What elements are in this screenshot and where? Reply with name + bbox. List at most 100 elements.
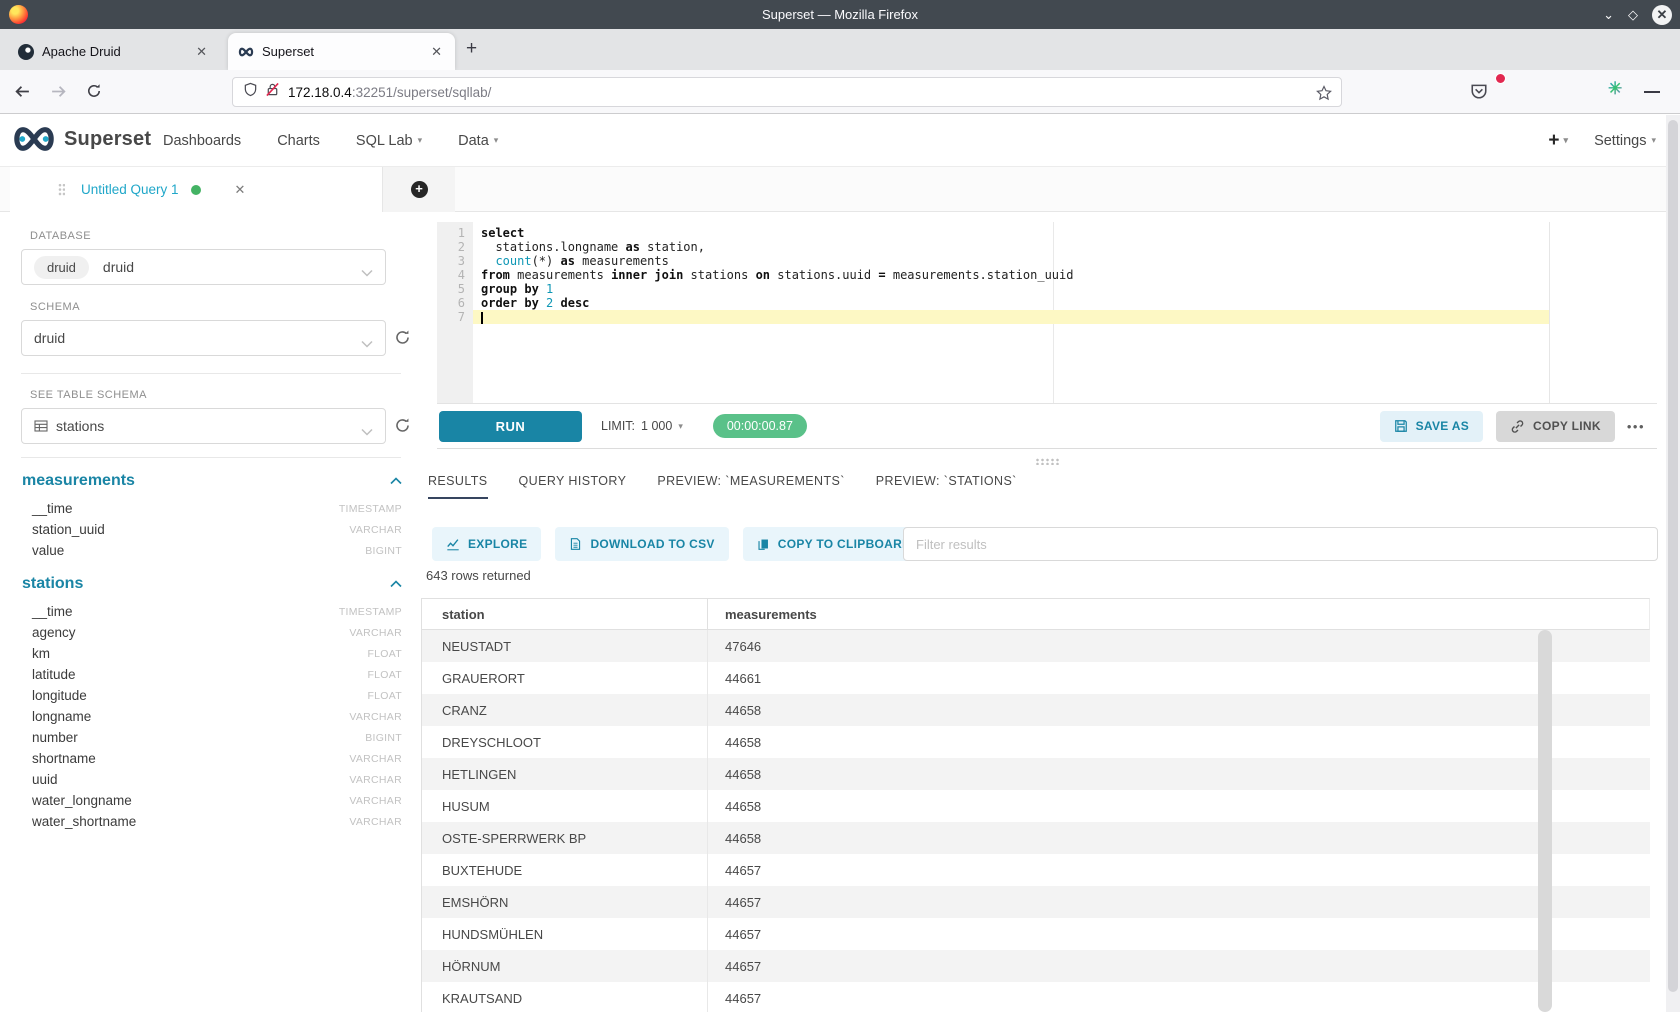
filter-results-input[interactable] (903, 527, 1658, 561)
results-tabs: RESULTS QUERY HISTORY PREVIEW: `MEASUREMEN… (428, 474, 1017, 499)
close-tab-icon[interactable]: ✕ (428, 44, 445, 60)
results-tab-preview-stations[interactable]: PREVIEW: `STATIONS` (876, 474, 1017, 499)
table-row[interactable]: EMSHÖRN44657 (422, 886, 1650, 918)
results-tab-preview-measurements[interactable]: PREVIEW: `MEASUREMENTS` (657, 474, 844, 499)
scrollbar-thumb[interactable] (1668, 120, 1678, 992)
results-table-header: station measurements (421, 598, 1650, 630)
back-icon[interactable] (14, 83, 31, 105)
line-number: 6 (437, 296, 465, 310)
grip-icon (1035, 458, 1059, 465)
shield-icon[interactable] (243, 82, 258, 102)
close-query-tab-icon[interactable]: ✕ (235, 182, 246, 198)
editor-gutter: 1234567 (437, 222, 473, 404)
results-table-body: NEUSTADT47646GRAUERORT44661CRANZ44658DRE… (421, 630, 1650, 1012)
sql-editor[interactable]: 1234567 select stations.longname as stat… (437, 222, 1550, 404)
drag-handle-icon[interactable] (58, 183, 65, 196)
close-tab-icon[interactable]: ✕ (193, 44, 210, 60)
sqllab-content: DATABASE druid druid SCHEMA druid SEE TA… (0, 212, 1680, 1012)
add-query-tab[interactable]: + (383, 167, 455, 212)
nav-item-charts[interactable]: Charts (277, 133, 320, 149)
table-scrollbar[interactable] (1538, 630, 1552, 1012)
browser-tab-apache-druid[interactable]: Apache Druid ✕ (8, 33, 220, 70)
page-scrollbar[interactable] (1666, 115, 1680, 1012)
cell-measurements: 44658 (708, 726, 1650, 758)
add-new-button[interactable]: +▾ (1548, 130, 1568, 152)
table-row[interactable]: OSTE-SPERRWERK BP44658 (422, 822, 1650, 854)
url-bar[interactable]: 172.18.0.4:32251/superset/sqllab/ (232, 77, 1342, 107)
limit-dropdown[interactable]: LIMIT: 1 000 ▾ (601, 419, 683, 433)
chart-icon (446, 538, 460, 551)
table-row[interactable]: HÖRNUM44657 (422, 950, 1650, 982)
query-tab-label: Untitled Query 1 (81, 182, 179, 197)
explore-button[interactable]: EXPLORE (432, 527, 541, 561)
header-right: +▾ Settings▾ (1548, 114, 1656, 167)
new-tab-icon[interactable]: + (466, 39, 477, 58)
minimize-icon[interactable]: ⌄ (1603, 8, 1614, 21)
superset-logo[interactable]: Superset (12, 126, 151, 152)
table-row[interactable]: KRAUTSAND44657 (422, 982, 1650, 1012)
button-label: EXPLORE (468, 537, 527, 551)
reload-icon[interactable] (86, 83, 102, 104)
settings-menu[interactable]: Settings▾ (1594, 133, 1656, 149)
run-button[interactable]: RUN (439, 411, 582, 442)
download-to-csv-button[interactable]: DOWNLOAD TO CSV (555, 527, 728, 561)
chevron-down-icon (361, 423, 373, 441)
limit-value: 1 000 (641, 419, 672, 433)
text-cursor (481, 312, 483, 324)
code-line: group by 1 (473, 282, 1550, 296)
browser-tab-superset[interactable]: Superset ✕ (228, 33, 455, 70)
query-tab-active[interactable]: Untitled Query 1 ✕ (10, 167, 383, 212)
browser-tab-label: Superset (262, 44, 428, 59)
maximize-icon[interactable]: ◇ (1628, 8, 1638, 21)
table-row[interactable]: HETLINGEN44658 (422, 758, 1650, 790)
extension-asterisk-icon[interactable]: ✳ (1608, 79, 1622, 99)
insecure-lock-icon[interactable] (265, 82, 280, 102)
pocket-icon[interactable] (1470, 82, 1488, 105)
results-tab-results[interactable]: RESULTS (428, 474, 488, 499)
nav-item-dashboards[interactable]: Dashboards (163, 133, 241, 149)
table-schema-value: stations (56, 418, 104, 434)
refresh-table-icon[interactable] (394, 417, 411, 439)
table-row[interactable]: BUXTEHUDE44657 (422, 854, 1650, 886)
superset-logo-icon (12, 126, 56, 152)
nav-item-data[interactable]: Data▾ (458, 133, 498, 149)
cell-station: BUXTEHUDE (422, 854, 708, 886)
column-header-station[interactable]: station (422, 599, 708, 629)
editor-card: 1234567 select stations.longname as stat… (437, 222, 1657, 449)
query-status-dot (191, 185, 201, 195)
superset-header: Superset Dashboards Charts SQL Lab▾ Data▾ +… (0, 114, 1680, 167)
results-tab-query-history[interactable]: QUERY HISTORY (519, 474, 627, 499)
screen: Superset — Mozilla Firefox ⌄ ◇ ✕ Apache … (0, 0, 1680, 1012)
bookmark-star-icon[interactable] (1316, 85, 1332, 106)
table-row[interactable]: GRAUERORT44661 (422, 662, 1650, 694)
line-number: 5 (437, 282, 465, 296)
window-controls: ⌄ ◇ ✕ (1603, 0, 1672, 29)
table-row[interactable]: HUNDSMÜHLEN44657 (422, 918, 1650, 950)
table-row[interactable]: CRANZ44658 (422, 694, 1650, 726)
button-label: DOWNLOAD TO CSV (590, 537, 714, 551)
chevron-down-icon: ▾ (1564, 135, 1569, 146)
cell-station: DREYSCHLOOT (422, 726, 708, 758)
table-row[interactable]: DREYSCHLOOT44658 (422, 726, 1650, 758)
chevron-down-icon (361, 335, 373, 353)
more-options-icon[interactable]: ••• (1627, 419, 1645, 434)
forward-icon[interactable] (50, 83, 67, 105)
copy-link-button[interactable]: COPY LINK (1496, 411, 1615, 442)
plus-circle-icon: + (411, 181, 428, 198)
refresh-schema-icon[interactable] (394, 329, 411, 351)
line-number: 3 (437, 254, 465, 268)
nav-item-sql-lab[interactable]: SQL Lab▾ (356, 133, 422, 149)
table-schema-select[interactable]: stations (21, 408, 386, 444)
window-title: Superset — Mozilla Firefox (0, 7, 1680, 22)
schema-select[interactable]: druid (21, 320, 386, 356)
database-select[interactable]: druid druid (21, 249, 386, 285)
rows-returned-text: 643 rows returned (426, 568, 531, 583)
copy-to-clipboard-button[interactable]: COPY TO CLIPBOARD (743, 527, 925, 561)
save-as-button[interactable]: SAVE AS (1380, 411, 1483, 442)
pane-splitter[interactable] (437, 455, 1657, 467)
close-window-icon[interactable]: ✕ (1652, 5, 1672, 25)
table-row[interactable]: NEUSTADT47646 (422, 630, 1650, 662)
window-titlebar: Superset — Mozilla Firefox ⌄ ◇ ✕ (0, 0, 1680, 29)
column-header-measurements[interactable]: measurements (708, 599, 1649, 629)
table-row[interactable]: HUSUM44658 (422, 790, 1650, 822)
